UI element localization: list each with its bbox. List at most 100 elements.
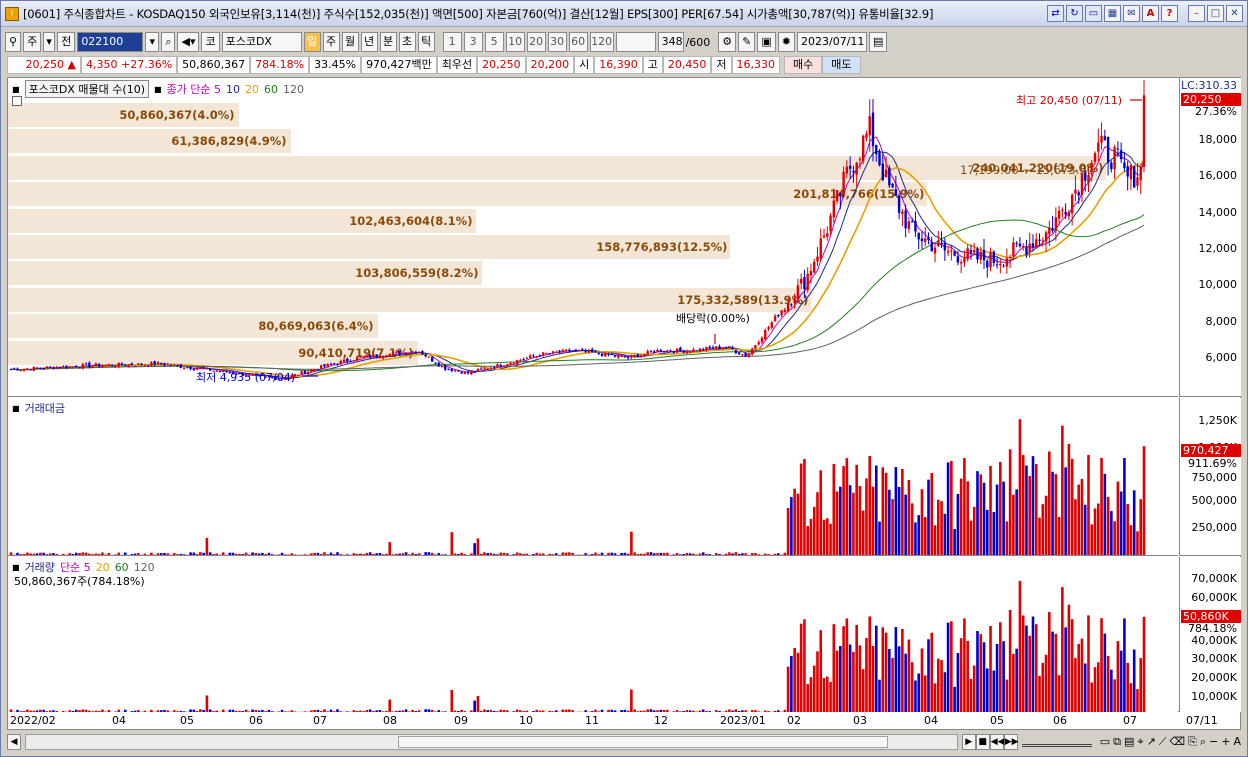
zoom-in-icon[interactable]: + [1221, 735, 1230, 749]
interval-30[interactable]: 30 [547, 32, 567, 52]
period-tick[interactable]: 틱 [417, 32, 435, 52]
candle-body [1025, 246, 1028, 255]
candle-body [424, 354, 427, 357]
prev-button[interactable]: 전 [57, 32, 76, 52]
period-year[interactable]: 년 [360, 32, 378, 52]
interval-60[interactable]: 60 [568, 32, 588, 52]
mail-icon[interactable]: ✉ [1123, 5, 1140, 22]
period-second[interactable]: 초 [398, 32, 416, 52]
amount-bar [894, 467, 898, 555]
fast-forward-button[interactable]: ▶▶ [1003, 734, 1019, 750]
candle-body [81, 364, 85, 369]
period-day[interactable]: 일 [303, 32, 321, 52]
help-icon[interactable]: ? [1161, 5, 1178, 22]
volume-panel[interactable]: ■ 거래량 단순 5 20 60 120 50,860,367주(784.18%… [8, 557, 1178, 713]
rewind-button[interactable]: ◀◀ [989, 734, 1005, 750]
split-icon[interactable]: ⧉ [1113, 735, 1121, 749]
interval-10[interactable]: 10 [505, 32, 525, 52]
sell-button[interactable]: 매도 [822, 56, 861, 74]
volume-bar [907, 639, 911, 712]
interval-20[interactable]: 20 [526, 32, 546, 52]
font-size-icon[interactable]: A [1233, 735, 1241, 749]
line-icon[interactable]: ⟋ [1159, 735, 1167, 749]
low-price: 16,330 [731, 56, 781, 74]
amount-bar [551, 554, 555, 555]
volume-axis[interactable]: 70,000K 60,000K 50,860K 784.18% 40,000K … [1179, 557, 1241, 713]
price-axis[interactable]: LC:310.33 20,250 27.36% 18,000 16,000 14… [1179, 78, 1241, 397]
price-tick: 16,000 [1198, 169, 1238, 182]
settings-icon[interactable]: ✹ [777, 32, 796, 52]
interval-5[interactable]: 5 [484, 32, 504, 52]
zoom-icon[interactable]: ⌕ [1200, 735, 1206, 749]
tool-icon[interactable]: ✎ [738, 32, 756, 52]
volume-profile-legend[interactable]: 포스코DX 매물대 수(10) [24, 80, 149, 98]
save-icon[interactable]: ▣ [757, 32, 776, 52]
candle-body [333, 363, 336, 365]
panel-icon[interactable]: ▤ [1124, 735, 1134, 749]
amount-panel[interactable]: ■ 거래대금 [8, 398, 1178, 556]
font-icon[interactable]: A [1142, 5, 1159, 22]
amount-bar [659, 552, 663, 555]
stock-code-input[interactable]: 022100 [77, 32, 144, 52]
price-panel[interactable]: 50,860,367(4.0%) 61,386,829(4.9%) 240,041,… [8, 78, 1178, 397]
candle-body [450, 368, 453, 371]
indicator-icon[interactable]: ⚙ [718, 32, 737, 52]
speaker-icon[interactable]: ◀▾ [177, 32, 200, 52]
maximize-button[interactable]: □ [1207, 5, 1224, 22]
interval-3[interactable]: 3 [463, 32, 483, 52]
panel-toggle-icon[interactable] [12, 96, 22, 106]
volume-bar [878, 679, 881, 712]
crosshair-icon[interactable]: ⌖ [1137, 735, 1143, 749]
play-button[interactable]: ▶ [961, 734, 976, 750]
close-button[interactable]: ✕ [1226, 5, 1243, 22]
pin-icon[interactable]: ⚲ [5, 32, 22, 52]
grid-icon[interactable]: ▦ [1104, 5, 1121, 22]
period-month[interactable]: 월 [341, 32, 359, 52]
chart-area[interactable]: 50,860,367(4.0%) 61,386,829(4.9%) 240,041,… [7, 77, 1241, 713]
date-input[interactable]: 2023/07/11 [797, 32, 868, 52]
candle-body [943, 242, 947, 251]
volume-bar [1005, 679, 1009, 712]
scroll-thumb[interactable] [398, 736, 888, 748]
amount-bar [319, 553, 323, 555]
link-icon[interactable]: ⇄ [1047, 5, 1064, 22]
stop-button[interactable]: ■ [975, 734, 990, 750]
copy-icon[interactable]: ⎘ [1188, 735, 1197, 749]
candle-body [832, 200, 836, 218]
type-select[interactable]: 주 [23, 32, 42, 52]
amount-bar [728, 552, 731, 555]
amount-bar [999, 462, 1002, 555]
layout-icon[interactable]: ▭ [1100, 735, 1110, 749]
zoom-slider[interactable] [1021, 737, 1092, 747]
period-minute[interactable]: 분 [379, 32, 397, 52]
x-tick: 04 [924, 714, 938, 727]
candle-body [682, 350, 685, 353]
window-icon[interactable]: ▭ [1085, 5, 1102, 22]
volume-bar [972, 665, 976, 712]
search-icon[interactable]: ⌕ [161, 32, 176, 52]
interval-120[interactable]: 120 [589, 32, 614, 52]
high-price: 20,450 [662, 56, 712, 74]
type-dropdown-icon[interactable]: ▾ [43, 32, 56, 52]
trend-icon[interactable]: ↗ [1147, 735, 1156, 749]
amount-bar [150, 552, 153, 555]
delete-icon[interactable]: ⌫ [1169, 735, 1185, 749]
interval-1[interactable]: 1 [442, 32, 462, 52]
scroll-track[interactable] [25, 734, 958, 750]
buy-button[interactable]: 매수 [784, 56, 823, 74]
period-week[interactable]: 주 [322, 32, 340, 52]
amount-axis[interactable]: 1,250K 1,000K 970,427 911.69% 750,000 50… [1179, 398, 1241, 556]
count-total: /600 [685, 35, 711, 49]
scroll-left-button[interactable]: ◀ [7, 734, 21, 750]
amount-bar [401, 553, 405, 555]
title-bar: I [0601] 주식종합차트 - KOSDAQ150 외국인보유[3,114(… [1, 1, 1247, 27]
refresh-icon[interactable]: ↻ [1066, 5, 1083, 22]
amount-bar [195, 553, 199, 555]
minimize-button[interactable]: – [1188, 5, 1205, 22]
code-dropdown-icon[interactable]: ▾ [145, 32, 160, 52]
count-input[interactable]: 348 [657, 32, 684, 52]
calendar-icon[interactable]: ▤ [869, 32, 888, 52]
zoom-out-icon[interactable]: − [1209, 735, 1218, 749]
custom-interval-input[interactable] [615, 32, 656, 52]
amount-bar [130, 554, 134, 555]
